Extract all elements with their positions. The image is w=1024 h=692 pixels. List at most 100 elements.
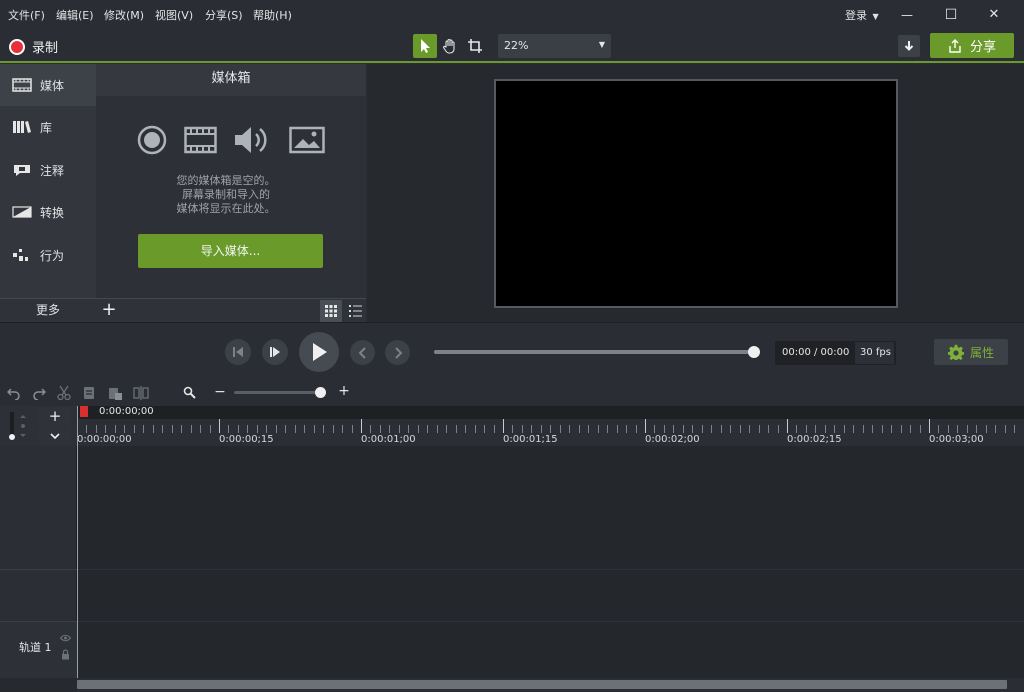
grid-view-button[interactable] [320, 300, 342, 322]
media-bin-title: 媒体箱 [96, 64, 366, 96]
menu-share[interactable]: 分享(S) [205, 7, 243, 23]
playhead-strip [77, 406, 1024, 419]
track-header-controls: + [0, 406, 77, 446]
menu-modify[interactable]: 修改(M) [104, 7, 144, 23]
books-icon [13, 121, 31, 133]
download-button[interactable] [898, 35, 920, 57]
track-label: 轨道 1 [19, 641, 52, 654]
crop-tool-button[interactable] [463, 34, 487, 58]
share-label: 分享 [969, 40, 996, 55]
nav-label-annotations: 注释 [40, 163, 65, 178]
step-back-button[interactable] [225, 339, 251, 365]
empty-message-line-3: 媒体将显示在此处。 [176, 202, 276, 215]
track-height-handle[interactable] [9, 434, 15, 440]
playhead-marker[interactable] [80, 406, 88, 417]
empty-message-line-2: 屏幕录制和导入的 [182, 188, 270, 201]
tick-label: 0:00:00;00 [77, 434, 132, 445]
add-track-button[interactable]: + [39, 407, 71, 426]
zoom-slider-handle[interactable] [315, 387, 326, 398]
nav-label-media: 媒体 [40, 78, 65, 93]
annotation-icon [14, 165, 30, 176]
previous-button[interactable] [350, 340, 375, 365]
copy-icon[interactable] [82, 386, 96, 400]
list-view-button[interactable] [344, 300, 366, 322]
ruler-ticks [77, 419, 1015, 433]
menu-file[interactable]: 文件(F) [8, 7, 45, 23]
share-button[interactable]: 分享 [930, 33, 1014, 58]
step-back-icon [233, 347, 243, 357]
timeline-toolbar: − + [0, 380, 1024, 406]
maximize-button[interactable]: ☐ [936, 4, 966, 26]
tick-label: 0:00:02;00 [645, 434, 700, 445]
undo-icon[interactable] [7, 386, 21, 400]
nav-item-annotations[interactable]: 注释 [0, 149, 96, 191]
time-readout: 00:00 / 00:00 [782, 347, 850, 358]
chevron-down-icon: ▼ [872, 12, 879, 21]
step-forward-button[interactable] [262, 339, 288, 365]
timeline-zoom-slider[interactable] [234, 387, 326, 398]
scrub-handle[interactable] [748, 346, 760, 358]
track-area[interactable] [77, 446, 1024, 678]
share-icon [949, 38, 961, 53]
import-media-button[interactable]: 导入媒体... [138, 234, 323, 268]
collapse-tracks-button[interactable] [39, 427, 71, 445]
canvas-area [367, 64, 1024, 322]
nav-item-behaviors[interactable]: 行为 [0, 234, 96, 276]
more-button[interactable]: 更多 [0, 298, 96, 322]
record-icon [137, 125, 167, 155]
toolbar: 录制 22% ▼ 分享 [0, 30, 1024, 63]
list-icon [348, 305, 362, 317]
zoom-in-button[interactable]: + [337, 383, 351, 399]
paste-icon[interactable] [107, 385, 123, 401]
tick-label: 0:00:01;15 [503, 434, 558, 445]
properties-button[interactable]: 属性 [934, 339, 1008, 365]
login-button[interactable]: 登录 ▼ [845, 7, 879, 23]
select-tool-button[interactable] [413, 34, 437, 58]
playhead-line [77, 406, 78, 678]
menu-bar: 文件(F) 编辑(E) 修改(M) 视图(V) 分享(S) 帮助(H) 登录 ▼… [0, 0, 1024, 30]
lock-icon[interactable] [61, 649, 70, 660]
grid-icon [325, 305, 337, 317]
menu-view[interactable]: 视图(V) [155, 7, 193, 23]
nav-item-transitions[interactable]: 转换 [0, 191, 96, 233]
menu-help[interactable]: 帮助(H) [253, 7, 292, 23]
scissors-icon[interactable] [57, 385, 71, 401]
record-button[interactable]: 录制 [9, 37, 58, 56]
zoom-value: 22% [504, 39, 529, 52]
zoom-select[interactable]: 22% ▼ [498, 34, 611, 58]
add-icon[interactable]: + [98, 300, 120, 322]
menu-edit[interactable]: 编辑(E) [56, 7, 94, 23]
eye-icon[interactable] [60, 634, 71, 642]
nav-item-library[interactable]: 库 [0, 106, 96, 148]
arrow-down-icon [904, 41, 914, 51]
scrollbar-thumb[interactable] [77, 680, 1007, 689]
pan-tool-button[interactable] [438, 34, 462, 58]
nav-label-behaviors: 行为 [40, 248, 65, 263]
split-icon[interactable] [133, 385, 149, 401]
fps-readout[interactable]: 30 fps [855, 342, 894, 364]
playhead-time: 0:00:00;00 [99, 406, 154, 417]
track-divider [0, 569, 77, 570]
track-row-divider [77, 569, 1024, 570]
time-ruler[interactable]: 0:00:00;00 0:00:00;00 0:00:00;15 0:00:01… [77, 406, 1024, 446]
track-height-slider[interactable] [9, 412, 15, 440]
chevron-down-icon [50, 432, 60, 439]
next-button[interactable] [385, 340, 410, 365]
play-button[interactable] [299, 332, 339, 372]
tick-label: 0:00:03;00 [929, 434, 984, 445]
redo-icon[interactable] [32, 386, 46, 400]
chevron-left-icon [358, 346, 366, 359]
track-header-1[interactable]: 轨道 1 [0, 621, 77, 678]
media-bin-panel: 媒体箱 您的媒体箱是空的。 屏幕录制和导入的 媒体将显示在此处。 导入媒体...… [96, 64, 366, 322]
timeline-scrollbar[interactable] [77, 678, 1024, 692]
image-icon [289, 126, 325, 154]
gear-icon [947, 344, 964, 360]
zoom-out-button[interactable]: − [213, 384, 227, 400]
close-button[interactable]: ✕ [979, 4, 1009, 26]
preview-canvas[interactable] [494, 79, 898, 308]
playback-bar: 00:00 / 00:00 30 fps 属性 [0, 322, 1024, 380]
scrub-bar[interactable] [434, 346, 760, 358]
nav-item-media[interactable]: 媒体 [0, 64, 96, 106]
minimize-button[interactable]: — [892, 4, 922, 26]
tick-label: 0:00:02;15 [787, 434, 842, 445]
